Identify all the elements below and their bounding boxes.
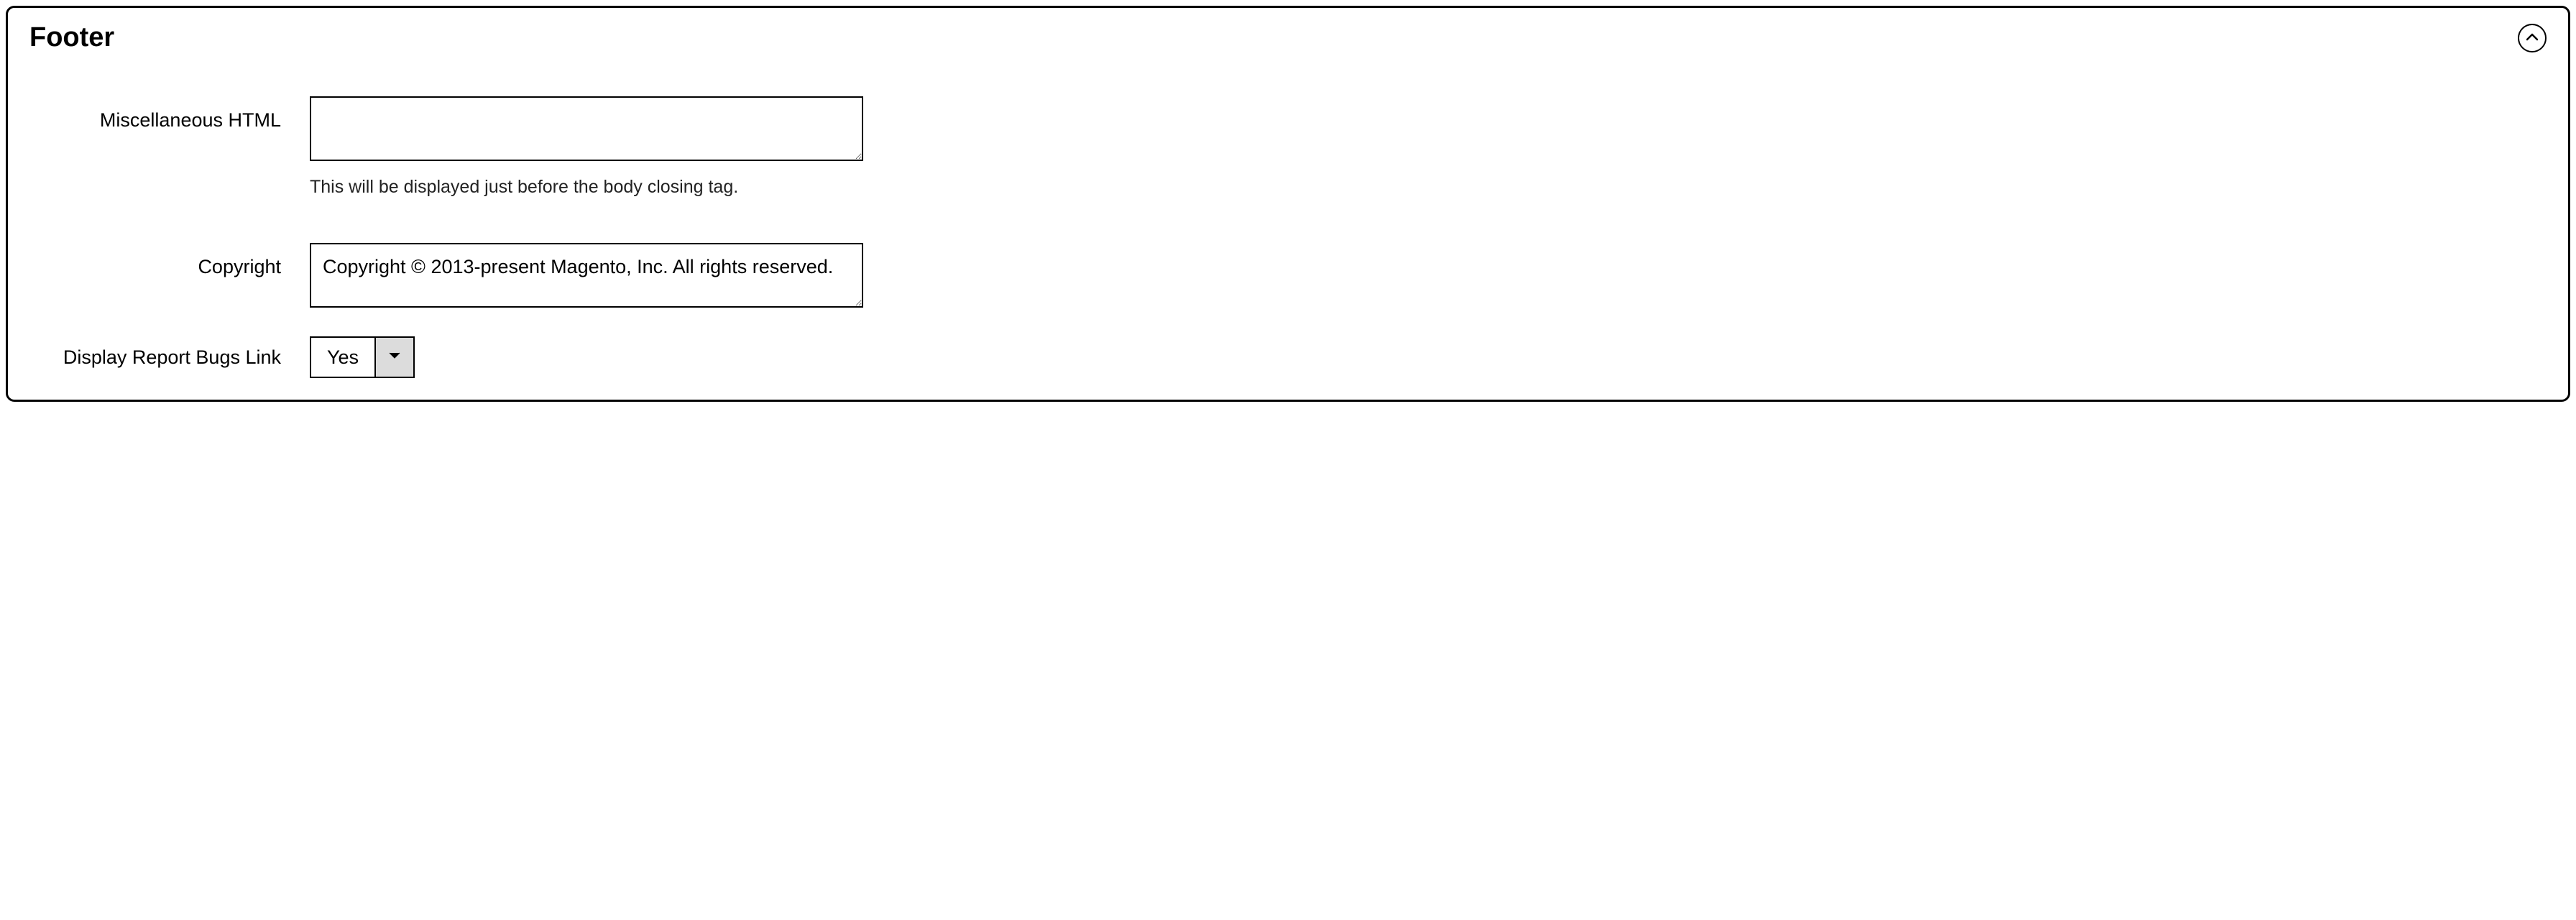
chevron-down-icon (389, 351, 400, 364)
select-caret (374, 338, 413, 377)
display-bugs-row: Display Report Bugs Link Yes (29, 336, 2547, 378)
misc-html-textarea[interactable] (310, 96, 863, 161)
copyright-textarea[interactable] (310, 243, 863, 308)
display-bugs-control: Yes (310, 336, 415, 378)
misc-html-row: Miscellaneous HTML This will be displaye… (29, 96, 2547, 223)
collapse-button[interactable] (2518, 24, 2547, 52)
chevron-up-icon (2526, 32, 2538, 45)
display-bugs-select[interactable]: Yes (310, 336, 415, 378)
footer-panel: Footer Miscellaneous HTML This will be d… (6, 6, 2570, 402)
misc-html-help: This will be displayed just before the b… (310, 177, 863, 198)
copyright-label: Copyright (29, 243, 310, 278)
copyright-control (310, 243, 863, 308)
panel-title: Footer (29, 22, 114, 53)
misc-html-label: Miscellaneous HTML (29, 96, 310, 132)
copyright-row: Copyright (29, 243, 2547, 308)
display-bugs-value: Yes (311, 338, 374, 377)
display-bugs-label: Display Report Bugs Link (29, 336, 310, 369)
misc-html-control: This will be displayed just before the b… (310, 96, 863, 223)
panel-header: Footer (29, 22, 2547, 53)
